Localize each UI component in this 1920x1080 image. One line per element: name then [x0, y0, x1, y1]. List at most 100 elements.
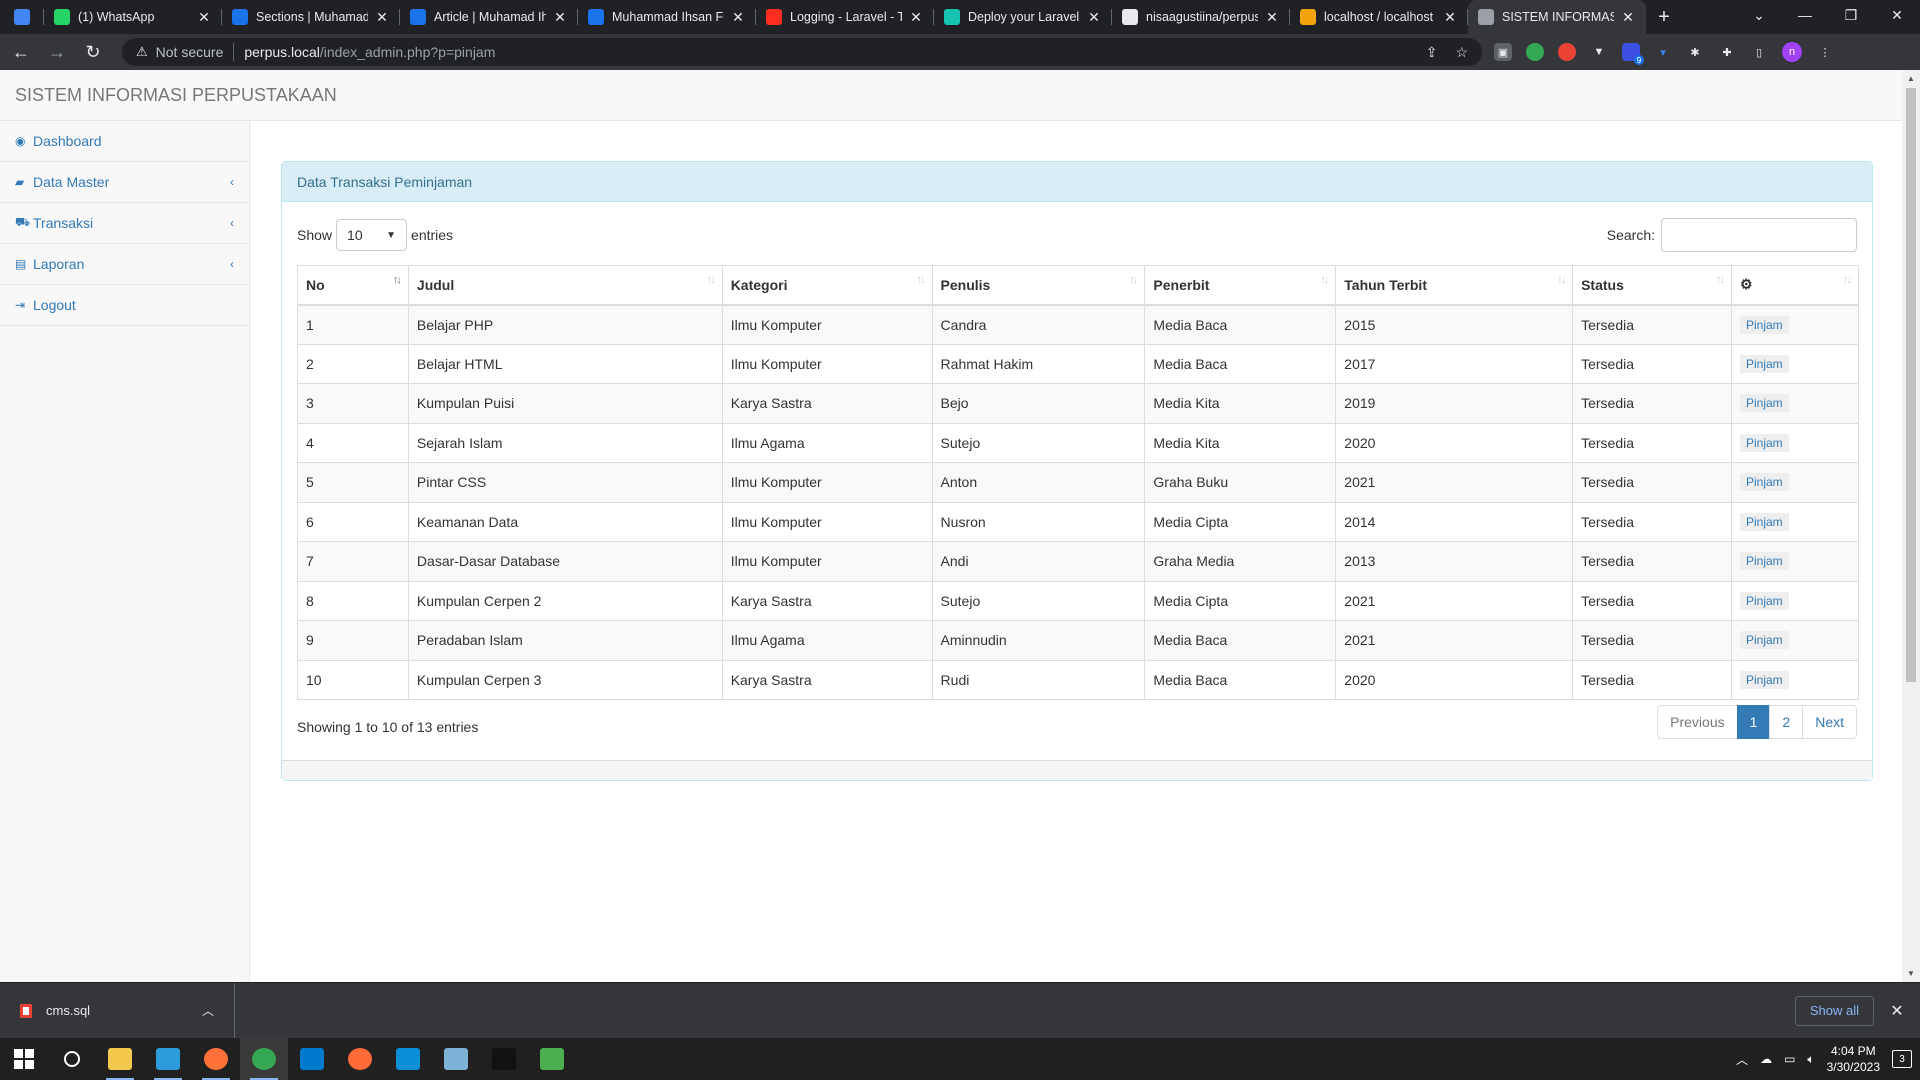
browser-tab[interactable]: Logging - Laravel - Th ✕ [756, 0, 934, 34]
scroll-down-icon[interactable]: ▼ [1907, 969, 1915, 978]
scrollbar-thumb[interactable] [1906, 88, 1916, 682]
notes-icon[interactable] [432, 1038, 480, 1080]
browser-tab[interactable]: localhost / localhost ✕ [1290, 0, 1468, 34]
column-header[interactable]: ⚙ ↑↓ [1731, 265, 1859, 306]
search-input[interactable] [1661, 218, 1857, 252]
browser-tab[interactable]: SISTEM INFORMASI P ✕ [1468, 0, 1646, 34]
column-header[interactable]: Kategori ↑↓ [721, 265, 933, 306]
forward-button[interactable]: → [42, 37, 72, 67]
pinjam-button[interactable]: Pinjam [1740, 552, 1789, 571]
column-header[interactable]: Judul ↑↓ [407, 265, 723, 306]
chrome-icon[interactable] [240, 1038, 288, 1080]
browser-tab[interactable]: nisaagustiina/perpus ✕ [1112, 0, 1290, 34]
close-tab-icon[interactable]: ✕ [1442, 9, 1458, 26]
vscode-icon[interactable] [288, 1038, 336, 1080]
file-explorer-icon[interactable] [96, 1038, 144, 1080]
chevron-up-icon[interactable]: ︿ [1736, 1051, 1748, 1068]
pinjam-button[interactable]: Pinjam [1740, 591, 1789, 610]
extension-pin-icon[interactable]: ▾ [1654, 43, 1672, 61]
restore-button[interactable]: ❐ [1828, 0, 1874, 30]
browser-tab[interactable]: Deploy your Laravel F ✕ [934, 0, 1112, 34]
column-header[interactable]: Tahun Terbit ↑↓ [1335, 265, 1574, 306]
volume-icon[interactable]: 🔈︎ [1807, 1052, 1814, 1067]
sidebar-item-logout[interactable]: ⇥ Logout [0, 285, 249, 326]
extension-red-icon[interactable] [1558, 43, 1576, 61]
browser-tab[interactable]: (1) WhatsApp ✕ [44, 0, 222, 34]
pinjam-button[interactable]: Pinjam [1740, 631, 1789, 650]
pagination-next[interactable]: Next [1802, 705, 1857, 739]
scroll-up-icon[interactable]: ▲ [1907, 74, 1915, 83]
column-header[interactable]: Penulis ↑↓ [931, 265, 1146, 306]
download-item[interactable]: cms.sql ︿ [0, 982, 235, 1039]
column-header[interactable]: Status ↑↓ [1572, 265, 1732, 306]
new-tab-button[interactable]: + [1646, 0, 1682, 34]
sidebar-item-laporan[interactable]: ▤ Laporan ‹ [0, 244, 249, 285]
pinjam-button[interactable]: Pinjam [1740, 670, 1789, 689]
warning-icon[interactable]: ⚠ [136, 44, 148, 60]
tab-search-icon[interactable]: ⌄ [1736, 0, 1782, 30]
pinjam-button[interactable]: Pinjam [1740, 473, 1789, 492]
pagination-page[interactable]: 2 [1769, 705, 1804, 739]
edge-icon[interactable] [384, 1038, 432, 1080]
browser-tab[interactable] [0, 0, 44, 34]
close-tab-icon[interactable]: ✕ [1086, 9, 1102, 26]
network-icon[interactable]: ▭ [1784, 1052, 1795, 1066]
cloud-icon[interactable]: ☁ [1760, 1052, 1772, 1066]
extension-v-icon[interactable]: ▼ [1590, 43, 1608, 61]
bookmark-star-icon[interactable]: ☆ [1455, 44, 1468, 61]
terminal-icon[interactable] [480, 1038, 528, 1080]
extension-colorful-icon[interactable] [1526, 43, 1544, 61]
browser-tab[interactable]: Article | Muhamad Ih ✕ [400, 0, 578, 34]
close-tab-icon[interactable]: ✕ [552, 9, 568, 26]
sidebar-item-dashboard[interactable]: ◉ Dashboard [0, 121, 249, 162]
brand-title[interactable]: SISTEM INFORMASI PERPUSTAKAAN [15, 85, 337, 106]
address-bar[interactable]: ⚠ Not secure perpus.local/index_admin.ph… [122, 38, 1482, 66]
notification-icon[interactable]: 3 [1892, 1050, 1912, 1068]
network-app-icon[interactable] [144, 1038, 192, 1080]
close-tab-icon[interactable]: ✕ [1620, 9, 1636, 26]
kebab-menu-icon[interactable]: ⋮ [1816, 43, 1834, 61]
reload-button[interactable]: ↻ [78, 37, 108, 67]
pinjam-button[interactable]: Pinjam [1740, 394, 1789, 413]
search-icon[interactable] [48, 1038, 96, 1080]
postman-icon[interactable] [336, 1038, 384, 1080]
profile-avatar[interactable]: n [1782, 42, 1802, 62]
show-all-button[interactable]: Show all [1794, 995, 1874, 1026]
close-tab-icon[interactable]: ✕ [908, 9, 924, 26]
close-tab-icon[interactable]: ✕ [374, 9, 390, 26]
firefox-icon[interactable] [192, 1038, 240, 1080]
chevron-up-icon[interactable]: ︿ [202, 1002, 214, 1019]
security-label[interactable]: Not secure [156, 44, 224, 60]
share-icon[interactable]: ⇪ [1426, 44, 1438, 61]
page-length-select[interactable]: 10 ▼ [336, 219, 408, 251]
windows-start-icon[interactable] [0, 1038, 48, 1080]
table-cell: 4 [297, 422, 409, 463]
sidebar-item-transaksi[interactable]: ⛟ Transaksi ‹ [0, 203, 249, 244]
browser-tab[interactable]: Muhammad Ihsan Fir ✕ [578, 0, 756, 34]
side-panel-icon[interactable]: ▯ [1750, 43, 1768, 61]
close-tab-icon[interactable]: ✕ [730, 9, 746, 26]
minimize-button[interactable]: — [1782, 0, 1828, 30]
close-tab-icon[interactable]: ✕ [1264, 9, 1280, 26]
column-header[interactable]: Penerbit ↑↓ [1144, 265, 1337, 306]
notepad-icon[interactable] [528, 1038, 576, 1080]
pinjam-button[interactable]: Pinjam [1740, 512, 1789, 531]
clock[interactable]: 4:04 PM 3/30/2023 [1827, 1043, 1880, 1075]
page-scrollbar[interactable]: ▲ ▼ [1902, 70, 1920, 982]
sidebar-item-data-master[interactable]: ▰ Data Master ‹ [0, 162, 249, 203]
browser-tab[interactable]: Sections | Muhamad ✕ [222, 0, 400, 34]
puzzle-icon[interactable]: ✚ [1718, 43, 1736, 61]
extension-printer-icon[interactable]: ▣ [1494, 43, 1512, 61]
back-button[interactable]: ← [6, 37, 36, 67]
column-header[interactable]: No ↑↓ [297, 265, 409, 306]
close-window-button[interactable]: ✕ [1874, 0, 1920, 30]
pagination-previous[interactable]: Previous [1657, 705, 1738, 739]
extension-gear-icon[interactable]: ✱ [1686, 43, 1704, 61]
extension-badge-icon[interactable]: 9 [1622, 43, 1644, 65]
pinjam-button[interactable]: Pinjam [1740, 315, 1789, 334]
pinjam-button[interactable]: Pinjam [1740, 433, 1789, 452]
close-tab-icon[interactable]: ✕ [196, 9, 212, 26]
pagination-page[interactable]: 1 [1736, 705, 1771, 739]
pinjam-button[interactable]: Pinjam [1740, 354, 1789, 373]
close-downloads-icon[interactable]: ✕ [1874, 1001, 1920, 1021]
